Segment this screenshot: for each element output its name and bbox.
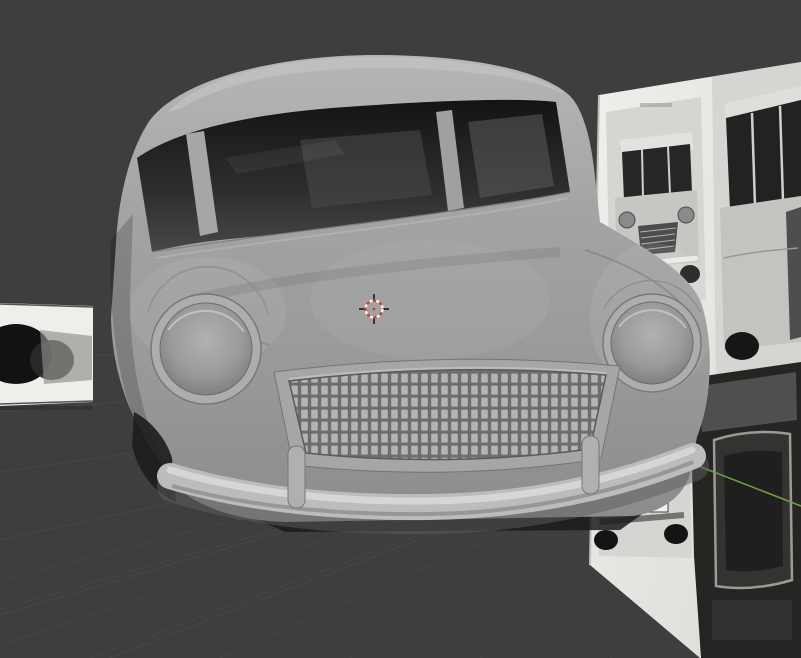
reference-strip-smear [40, 330, 92, 384]
bumper-overrider-left [287, 445, 306, 509]
car-grille [273, 358, 621, 473]
reference-photo-top [690, 362, 801, 658]
photo-wheel [594, 530, 618, 550]
headlight-lens [610, 301, 694, 385]
photo-rear-panel [712, 600, 792, 640]
photo-window-glass [724, 450, 783, 572]
photo-caption-smudge [640, 103, 672, 107]
headlight-lens [159, 302, 253, 396]
reference-photo-side [712, 62, 801, 380]
viewport-3d[interactable] [0, 0, 801, 658]
car-interior-glow [300, 130, 432, 208]
reference-strip-shadow [0, 406, 93, 410]
photo-wheel [725, 332, 759, 360]
photo-headlight [618, 211, 636, 229]
photo-window-pillar [641, 148, 644, 198]
reference-plane-left[interactable] [0, 303, 94, 410]
photo-wheel [664, 524, 688, 544]
photo-car-windows [726, 100, 801, 210]
car-interior-glow [468, 114, 554, 198]
cursor-center-dot [372, 307, 376, 311]
viewport-canvas[interactable] [0, 0, 801, 658]
photo-headlight [677, 206, 695, 224]
grille-mesh [288, 368, 607, 461]
bumper-overrider-right [581, 435, 600, 495]
